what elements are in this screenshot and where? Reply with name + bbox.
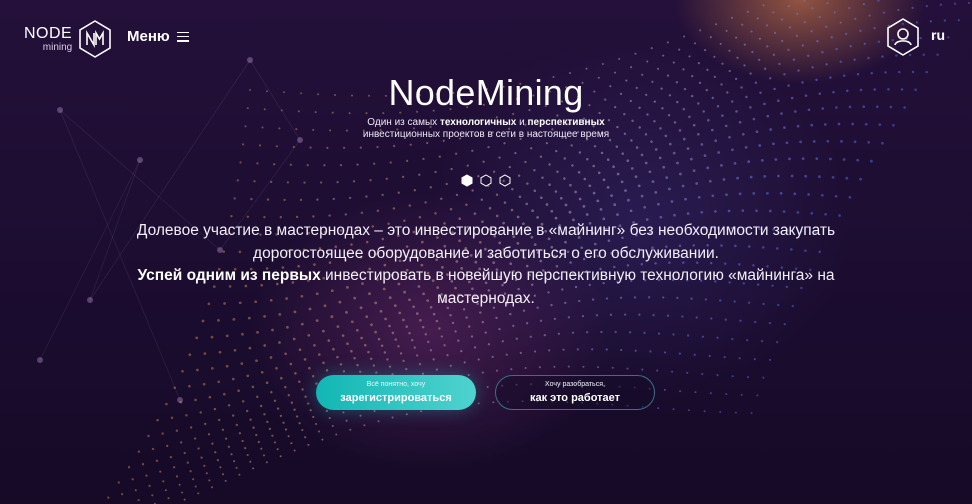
description-bold: Успей одним из первых	[137, 267, 321, 284]
subtitle-bold-1: технологичных	[439, 117, 517, 128]
logo-mining-text: mining	[42, 41, 73, 53]
user-hex-icon[interactable]	[886, 18, 920, 56]
subtitle-text-1: Один из самых	[367, 117, 440, 128]
logo[interactable]: NODE mining	[24, 20, 112, 58]
slide-dot-1[interactable]	[461, 174, 473, 187]
logo-hex-icon	[79, 20, 112, 58]
subtitle: Один из самых технологичных и перспектив…	[0, 117, 972, 141]
language-switch[interactable]: ru	[931, 27, 945, 43]
how-it-works-caption: Хочу разобраться,	[545, 381, 605, 388]
description-line-2: инвестировать в новейшую перспективную т…	[320, 267, 835, 307]
page-title: NodeMining	[388, 72, 584, 113]
subtitle-text-2: и	[516, 117, 528, 128]
register-button-caption: Всё понятно, хочу	[366, 381, 426, 388]
menu-button[interactable]: Меню	[127, 28, 189, 45]
subtitle-bold-2: перспективных	[527, 117, 605, 128]
menu-label: Меню	[127, 28, 170, 45]
slider-dots	[461, 174, 511, 187]
description: Долевое участие в мастернодах – это инве…	[110, 220, 862, 310]
how-it-works-label: как это работает	[529, 392, 621, 404]
logo-text: NODE mining	[24, 24, 73, 53]
menu-icon	[176, 31, 189, 42]
slide-dot-3[interactable]	[499, 174, 511, 187]
logo-node-text: NODE	[24, 24, 73, 42]
subtitle-line-2: инвестиционных проектов в сети в настоящ…	[362, 129, 610, 140]
slide-dot-2[interactable]	[480, 174, 492, 187]
how-it-works-button[interactable]: Хочу разобраться, как это работает	[495, 375, 655, 410]
description-line-1: Долевое участие в мастернодах – это инве…	[136, 222, 836, 262]
register-button[interactable]: Всё понятно, хочу зарегистрироваться	[316, 375, 476, 410]
register-button-label: зарегистрироваться	[340, 392, 452, 404]
